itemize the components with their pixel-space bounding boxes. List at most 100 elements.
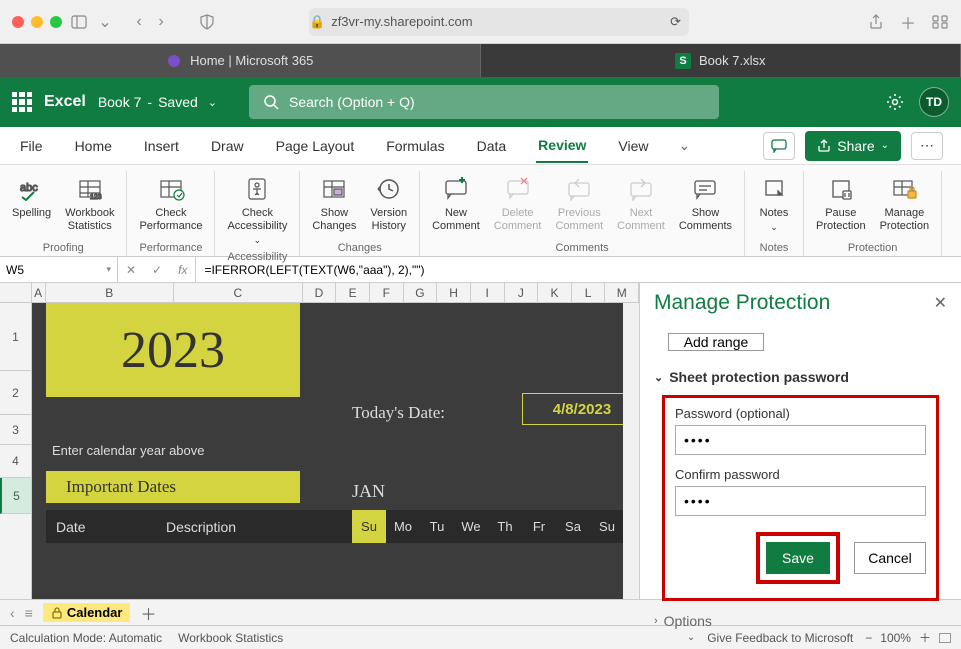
add-range-button[interactable]: Add range [668,333,764,351]
tab-data[interactable]: Data [475,130,509,162]
tab-formulas[interactable]: Formulas [384,130,446,162]
tab-view[interactable]: View [616,130,650,162]
col-header[interactable]: J [505,283,539,302]
reload-icon[interactable]: ⟳ [670,14,681,30]
tabs-icon[interactable] [931,13,949,31]
show-changes-button[interactable]: Show Changes [306,171,362,239]
today-value-cell[interactable]: 4/8/2023 [522,393,623,425]
minimize-window[interactable] [31,16,43,28]
browser-tab-book7[interactable]: S Book 7.xlsx [481,44,961,77]
shield-icon[interactable] [198,13,216,31]
comments-button[interactable] [763,132,795,160]
col-header[interactable]: H [437,283,471,302]
spelling-button[interactable]: abcSpelling [6,171,57,239]
share-icon [817,139,831,153]
select-all-cell[interactable] [0,283,32,302]
cancel-button[interactable]: Cancel [854,542,926,574]
share-button[interactable]: Share ⌄ [805,131,901,161]
close-icon[interactable]: ✕ [934,293,947,313]
new-tab-icon[interactable]: ＋ [899,13,917,31]
tab-file[interactable]: File [18,130,45,162]
col-header[interactable]: G [404,283,438,302]
accept-formula-icon[interactable]: ✓ [144,263,170,277]
password-field[interactable] [675,425,926,455]
vertical-scrollbar[interactable] [623,303,639,599]
col-header[interactable]: L [572,283,606,302]
row-header[interactable]: 4 [0,445,31,478]
chevron-down-icon[interactable]: ⌄ [679,137,691,154]
fx-icon[interactable]: fx [170,263,195,277]
browser-tab-home[interactable]: Home | Microsoft 365 [0,44,481,77]
check-accessibility-button[interactable]: Check Accessibility⌄ [221,171,293,248]
sidebar-icon[interactable] [70,13,88,31]
more-button[interactable]: ⋯ [911,132,943,160]
row-header[interactable]: 1 [0,303,31,371]
chevron-down-icon[interactable]: ⌄ [96,13,114,31]
col-header[interactable]: D [303,283,337,302]
day-cell[interactable]: Tu [420,510,454,543]
year-cell[interactable]: 2023 [46,303,300,397]
zoom-out-button[interactable]: − [865,631,872,645]
doc-name[interactable]: Book 7 - Saved ⌄ [98,94,217,110]
maximize-window[interactable] [50,16,62,28]
col-header[interactable]: E [336,283,370,302]
version-history-button[interactable]: Version History [364,171,413,239]
check-performance-button[interactable]: Check Performance [133,171,208,239]
day-cell[interactable]: Th [488,510,522,543]
forward-icon[interactable]: › [152,13,170,31]
manage-protection-button[interactable]: Manage Protection [874,171,936,239]
day-cell[interactable]: We [454,510,488,543]
search-input[interactable]: Search (Option + Q) [249,85,719,119]
sheet-nav-prev[interactable]: ‹ [10,605,15,621]
workbook-stats-link[interactable]: Workbook Statistics [178,631,283,645]
day-cell[interactable]: Su [590,510,623,543]
notes-button[interactable]: Notes⌄ [751,171,797,239]
feedback-link[interactable]: Give Feedback to Microsoft [707,631,853,645]
pause-protection-button[interactable]: Pause Protection [810,171,872,239]
browser-tabs: Home | Microsoft 365 S Book 7.xlsx [0,44,961,77]
close-window[interactable] [12,16,24,28]
fit-page-icon[interactable] [939,633,951,643]
show-comments-button[interactable]: Show Comments [673,171,738,239]
row-header[interactable]: 3 [0,415,31,445]
day-cell[interactable]: Fr [522,510,556,543]
col-header[interactable]: M [605,283,639,302]
section-header[interactable]: ⌄ Sheet protection password [654,369,947,385]
row-headers: 1 2 3 4 5 [0,303,32,599]
tab-draw[interactable]: Draw [209,130,246,162]
all-sheets-icon[interactable]: ≡ [25,605,33,621]
sheet-tab-calendar[interactable]: Calendar [43,603,131,622]
share-icon[interactable] [867,13,885,31]
gear-icon[interactable] [885,92,905,112]
tab-home[interactable]: Home [73,130,114,162]
name-box[interactable]: W5 ▾ [0,257,118,282]
tab-review[interactable]: Review [536,129,588,163]
row-header[interactable]: 2 [0,371,31,415]
app-launcher-icon[interactable] [12,92,32,112]
new-comment-button[interactable]: New Comment [426,171,486,239]
col-header[interactable]: B [46,283,175,302]
col-header[interactable]: C [174,283,303,302]
workbook-stats-button[interactable]: 123Workbook Statistics [59,171,120,239]
chevron-down-icon[interactable]: ⌄ [687,632,695,643]
day-cell[interactable]: Sa [556,510,590,543]
row-header[interactable]: 5 [0,478,31,514]
grid-content[interactable]: 2023 Today's Date: 4/8/2023 Enter calend… [32,303,623,599]
formula-input[interactable]: =IFERROR(LEFT(TEXT(W6,"aaa"), 2),"") [196,263,961,277]
zoom-in-button[interactable]: ＋ [919,629,931,646]
avatar[interactable]: TD [919,87,949,117]
tab-insert[interactable]: Insert [142,130,181,162]
col-header[interactable]: F [370,283,404,302]
tab-page-layout[interactable]: Page Layout [274,130,357,162]
confirm-password-field[interactable] [675,486,926,516]
save-button[interactable]: Save [766,542,830,574]
add-sheet-button[interactable]: ＋ [140,601,156,625]
col-header[interactable]: K [538,283,572,302]
cancel-formula-icon[interactable]: ✕ [118,263,144,277]
back-icon[interactable]: ‹ [130,13,148,31]
address-bar[interactable]: 🔒 zf3vr-my.sharepoint.com ⟳ [309,8,689,36]
col-header[interactable]: I [471,283,505,302]
day-cell[interactable]: Mo [386,510,420,543]
day-cell[interactable]: Su [352,510,386,543]
col-header[interactable]: A [32,283,46,302]
